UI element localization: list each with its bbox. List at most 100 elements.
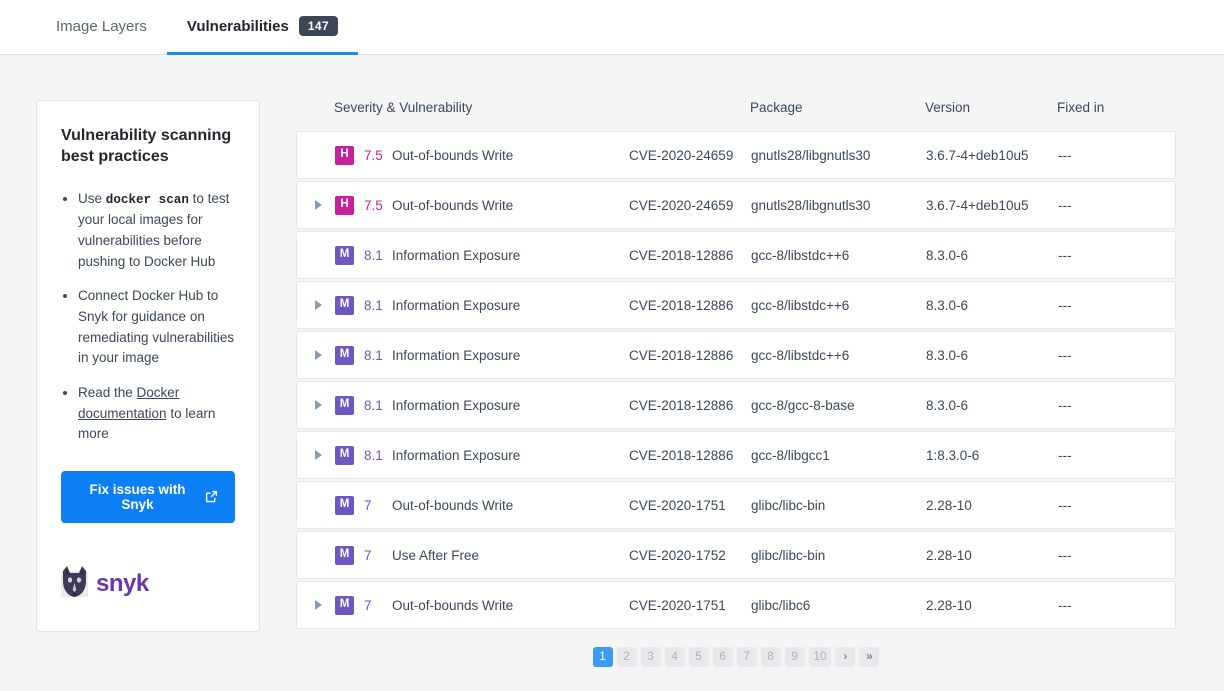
bullet-text-3-pre: Read the xyxy=(78,385,137,400)
pagination-next-button[interactable]: › xyxy=(835,647,855,667)
cell-version: 2.28-10 xyxy=(926,598,1058,613)
pagination-page-3[interactable]: 3 xyxy=(641,647,661,667)
pagination-last-button[interactable]: » xyxy=(859,647,879,667)
table-row[interactable]: H7.5Out-of-bounds WriteCVE-2020-24659gnu… xyxy=(296,181,1176,229)
snyk-logo: snyk xyxy=(61,565,235,603)
table-row[interactable]: M7Out-of-bounds WriteCVE-2020-1751glibc/… xyxy=(296,481,1176,529)
tab-vulnerabilities[interactable]: Vulnerabilities 147 xyxy=(167,0,358,55)
expand-row-toggle[interactable] xyxy=(297,350,335,360)
vulnerability-title: Information Exposure xyxy=(392,398,520,413)
cell-fixed-in: --- xyxy=(1058,148,1148,163)
severity-score: 7.5 xyxy=(354,198,392,213)
severity-score: 8.1 xyxy=(354,398,392,413)
cell-cve: CVE-2018-12886 xyxy=(629,398,751,413)
list-item: Read the Docker documentation to learn m… xyxy=(78,383,235,445)
cell-severity: M7Out-of-bounds Write xyxy=(335,596,629,615)
severity-score: 8.1 xyxy=(354,348,392,363)
severity-score: 8.1 xyxy=(354,448,392,463)
tab-label: Vulnerabilities xyxy=(187,18,289,35)
pagination-page-10[interactable]: 10 xyxy=(809,647,832,667)
table-row[interactable]: M7Use After FreeCVE-2020-1752glibc/libc-… xyxy=(296,531,1176,579)
chevron-right-icon xyxy=(315,200,322,210)
table-row[interactable]: H7.5Out-of-bounds WriteCVE-2020-24659gnu… xyxy=(296,131,1176,179)
cell-severity: H7.5Out-of-bounds Write xyxy=(335,196,629,215)
chevron-right-icon xyxy=(315,400,322,410)
expand-row-toggle[interactable] xyxy=(297,450,335,460)
pagination-page-1[interactable]: 1 xyxy=(593,647,613,667)
vulnerability-title: Out-of-bounds Write xyxy=(392,198,513,213)
snyk-doberman-icon xyxy=(61,565,88,603)
cell-fixed-in: --- xyxy=(1058,398,1148,413)
cell-fixed-in: --- xyxy=(1058,198,1148,213)
cell-package: glibc/libc6 xyxy=(751,598,926,613)
table-row[interactable]: M8.1Information ExposureCVE-2018-12886gc… xyxy=(296,231,1176,279)
cell-severity: M8.1Information Exposure xyxy=(335,346,629,365)
severity-badge: M xyxy=(335,446,354,465)
severity-badge: H xyxy=(335,146,354,165)
tab-image-layers[interactable]: Image Layers xyxy=(36,0,167,55)
pagination-page-9[interactable]: 9 xyxy=(785,647,805,667)
pagination-page-7[interactable]: 7 xyxy=(737,647,757,667)
cell-package: glibc/libc-bin xyxy=(751,548,926,563)
cell-package: gcc-8/libgcc1 xyxy=(751,448,926,463)
tab-label: Image Layers xyxy=(56,18,147,35)
cell-version: 8.3.0-6 xyxy=(926,348,1058,363)
expand-row-toggle[interactable] xyxy=(297,300,335,310)
severity-score: 7 xyxy=(354,548,392,563)
chevron-right-icon xyxy=(315,350,322,360)
cell-fixed-in: --- xyxy=(1058,298,1148,313)
cell-version: 2.28-10 xyxy=(926,498,1058,513)
severity-badge: M xyxy=(335,246,354,265)
vulnerability-title: Out-of-bounds Write xyxy=(392,148,513,163)
pagination: 12345678910›» xyxy=(296,647,1176,667)
table-row[interactable]: M8.1Information ExposureCVE-2018-12886gc… xyxy=(296,331,1176,379)
pagination-page-8[interactable]: 8 xyxy=(761,647,781,667)
pagination-page-5[interactable]: 5 xyxy=(689,647,709,667)
pagination-page-4[interactable]: 4 xyxy=(665,647,685,667)
column-header-package: Package xyxy=(750,100,925,115)
expand-row-toggle[interactable] xyxy=(297,600,335,610)
cell-package: gnutls28/libgnutls30 xyxy=(751,198,926,213)
cell-severity: M8.1Information Exposure xyxy=(335,246,629,265)
cell-fixed-in: --- xyxy=(1058,498,1148,513)
table-row[interactable]: M8.1Information ExposureCVE-2018-12886gc… xyxy=(296,281,1176,329)
vulnerability-title: Information Exposure xyxy=(392,298,520,313)
tab-bar: Image Layers Vulnerabilities 147 xyxy=(0,0,1224,55)
expand-row-toggle[interactable] xyxy=(297,200,335,210)
cell-cve: CVE-2020-24659 xyxy=(629,198,751,213)
chevron-right-icon xyxy=(315,450,322,460)
column-header-severity: Severity & Vulnerability xyxy=(334,100,628,115)
cell-package: gcc-8/libstdc++6 xyxy=(751,248,926,263)
cell-severity: H7.5Out-of-bounds Write xyxy=(335,146,629,165)
vulnerability-title: Information Exposure xyxy=(392,248,520,263)
severity-score: 7 xyxy=(354,598,392,613)
pagination-page-6[interactable]: 6 xyxy=(713,647,733,667)
cell-cve: CVE-2020-1751 xyxy=(629,598,751,613)
vulnerabilities-table: Severity & Vulnerability Package Version… xyxy=(296,100,1176,667)
vulnerability-title: Information Exposure xyxy=(392,448,520,463)
fix-issues-with-snyk-button[interactable]: Fix issues with Snyk xyxy=(61,471,235,523)
pagination-page-2[interactable]: 2 xyxy=(617,647,637,667)
vulnerability-title: Information Exposure xyxy=(392,348,520,363)
severity-badge: M xyxy=(335,346,354,365)
fix-issues-label: Fix issues with Snyk xyxy=(78,482,197,512)
cell-fixed-in: --- xyxy=(1058,348,1148,363)
table-row[interactable]: M8.1Information ExposureCVE-2018-12886gc… xyxy=(296,381,1176,429)
vulnerability-count-badge: 147 xyxy=(299,16,338,36)
severity-badge: M xyxy=(335,396,354,415)
cell-version: 3.6.7-4+deb10u5 xyxy=(926,148,1058,163)
cell-version: 8.3.0-6 xyxy=(926,298,1058,313)
vulnerability-title: Out-of-bounds Write xyxy=(392,498,513,513)
docker-scan-code: docker scan xyxy=(106,193,189,207)
cell-cve: CVE-2018-12886 xyxy=(629,448,751,463)
list-item: Connect Docker Hub to Snyk for guidance … xyxy=(78,286,235,369)
cell-severity: M8.1Information Exposure xyxy=(335,396,629,415)
cell-cve: CVE-2020-24659 xyxy=(629,148,751,163)
expand-row-toggle[interactable] xyxy=(297,400,335,410)
table-row[interactable]: M8.1Information Exposure CVE-2018-12886gc… xyxy=(296,431,1176,479)
cell-package: glibc/libc-bin xyxy=(751,498,926,513)
cell-fixed-in: --- xyxy=(1058,448,1148,463)
cell-severity: M7Out-of-bounds Write xyxy=(335,496,629,515)
cell-version: 2.28-10 xyxy=(926,548,1058,563)
table-row[interactable]: M7Out-of-bounds WriteCVE-2020-1751glibc/… xyxy=(296,581,1176,629)
